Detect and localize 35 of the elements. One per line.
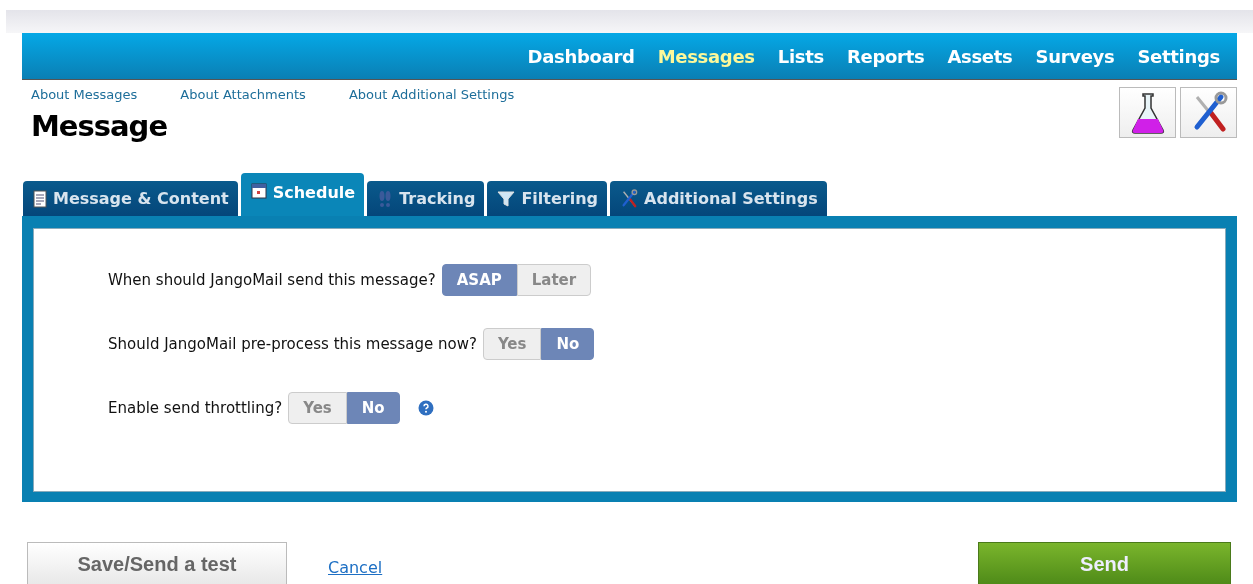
help-link[interactable]: About Attachments	[180, 87, 306, 102]
tab[interactable]: Schedule	[240, 173, 365, 216]
toggle-option[interactable]: No	[541, 328, 595, 360]
send-button[interactable]: Send	[978, 542, 1231, 584]
nav-link[interactable]: Assets	[947, 45, 1013, 67]
help-link[interactable]: About Additional Settings	[348, 87, 515, 102]
nav-link[interactable]: Dashboard	[527, 45, 635, 67]
nav-link[interactable]: Settings	[1137, 45, 1220, 67]
tool-button[interactable]	[1119, 87, 1176, 138]
tool-button[interactable]	[1180, 87, 1237, 138]
toggle-option[interactable]: Later	[516, 264, 592, 296]
document-icon	[33, 189, 47, 208]
help-link[interactable]: About Messages	[31, 87, 138, 102]
toggle-option[interactable]: Yes	[288, 392, 347, 424]
tools-icon	[620, 188, 639, 209]
question-label: Enable send throttling?	[108, 399, 283, 417]
toggle-option[interactable]: ASAP	[441, 264, 517, 296]
nav-link[interactable]: Messages	[657, 45, 755, 67]
page-title: Message	[31, 109, 169, 143]
calendar-icon	[250, 183, 267, 199]
question-label: When should JangoMail send this message?	[108, 271, 436, 289]
toggle-option[interactable]: Yes	[482, 328, 542, 360]
toggle-option[interactable]: No	[346, 392, 400, 424]
question-label: Should JangoMail pre-process this message now?	[108, 335, 477, 353]
tab[interactable]: Tracking	[367, 181, 485, 216]
cancel-link[interactable]: Cancel	[328, 551, 383, 577]
tab[interactable]: Message & Content	[23, 181, 238, 216]
save-test-button[interactable]: Save/Send a test	[27, 542, 287, 584]
nav-link[interactable]: Lists	[777, 45, 824, 67]
help-icon[interactable]	[417, 400, 434, 416]
nav-link[interactable]: Surveys	[1035, 45, 1115, 67]
tab[interactable]: Filtering	[487, 181, 608, 216]
tab[interactable]: Additional Settings	[610, 181, 827, 216]
funnel-icon	[497, 189, 516, 208]
nav-link[interactable]: Reports	[846, 45, 925, 67]
